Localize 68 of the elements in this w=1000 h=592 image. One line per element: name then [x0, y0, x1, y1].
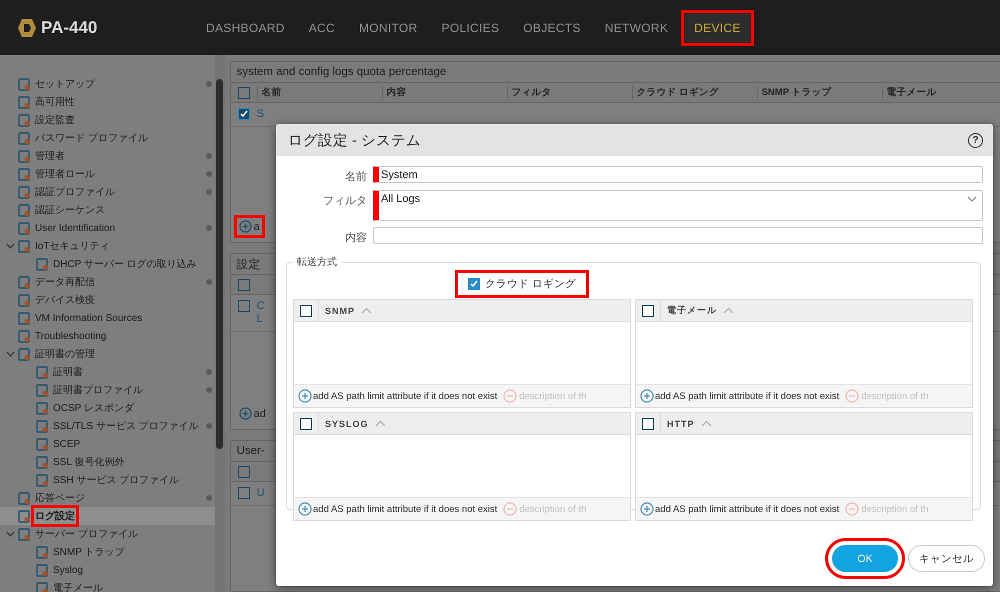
column-header: SNMP トラップ [756, 86, 882, 99]
section-legend: 転送方式 [293, 255, 341, 269]
column-header: HTTP [666, 418, 696, 428]
sidebar-item[interactable]: 電子メール [52, 580, 104, 592]
nav-tab[interactable]: POLICIES [430, 0, 512, 55]
nav-tab[interactable]: DEVICE [684, 12, 751, 42]
sidebar-item[interactable]: デバイス検疫 [34, 292, 96, 308]
sidebar-item[interactable]: サーバー プロファイル [34, 526, 139, 542]
sidebar-item[interactable]: VM Information Sources [34, 312, 144, 324]
column-header: 電子メール [666, 304, 718, 317]
sidebar-item[interactable]: 認証プロファイル [34, 184, 116, 200]
cancel-button[interactable]: キャンセル [908, 545, 985, 572]
sidebar-item[interactable]: IoTセキュリティ [34, 238, 110, 254]
sidebar-item[interactable]: セットアップ [34, 76, 96, 92]
column-header: SYSLOG [324, 418, 370, 428]
sidebar-item[interactable]: SSL 復号化例外 [52, 454, 126, 470]
sidebar-item[interactable]: 認証シーケンス [34, 202, 106, 218]
filter-field[interactable]: All Logs [373, 190, 983, 221]
sidebar-item[interactable]: 高可用性 [34, 94, 76, 110]
sidebar-item[interactable]: 応答ページ [34, 490, 86, 506]
table-link[interactable]: S [256, 108, 264, 121]
sidebar-item[interactable]: 設定監査 [34, 112, 76, 128]
nav-tab[interactable]: ACC [296, 0, 347, 55]
sidebar-item[interactable]: DHCP サーバー ログの取り込み [52, 256, 198, 272]
nav-tab[interactable]: OBJECTS [511, 0, 593, 55]
table-link[interactable]: C L [256, 300, 265, 326]
sidebar-item[interactable]: SSH サービス プロファイル [52, 472, 180, 488]
column-header: 名前 [256, 86, 382, 99]
ok-button[interactable]: OK [832, 545, 898, 572]
sidebar-item[interactable]: 管理者ロール [34, 166, 96, 182]
column-header: フィルタ [506, 86, 632, 99]
sidebar-item[interactable]: 証明書プロファイル [52, 382, 144, 398]
column-header: 電子メール [882, 86, 1000, 99]
input-field[interactable]: System [373, 166, 983, 183]
sidebar-item[interactable]: SSL/TLS サービス プロファイル [52, 418, 200, 434]
table-link[interactable]: U [256, 487, 265, 500]
add-button[interactable]: add AS path limit attribute if it does not exist [298, 502, 498, 516]
add-button[interactable]: add AS path limit attribute if it does not exist [640, 389, 840, 403]
sidebar-item[interactable]: User Identification [34, 222, 116, 234]
field-label: 内容 [344, 230, 368, 245]
dialog-title: ログ設定 - システム [288, 132, 421, 150]
nav-tab[interactable]: DASHBOARD [194, 0, 297, 55]
field-label: 名前 [344, 170, 368, 184]
sidebar-item[interactable]: SNMP トラップ [52, 544, 126, 560]
sidebar-item[interactable]: データ再配信 [34, 274, 96, 290]
column-header: SNMP [324, 306, 356, 316]
column-header: クラウド ロギング [632, 86, 757, 99]
sidebar-item[interactable]: 証明書の管理 [34, 346, 96, 362]
sidebar-item[interactable]: SCEP [52, 438, 82, 450]
add-button[interactable]: ad [236, 405, 268, 422]
column-header: 内容 [382, 86, 507, 99]
product-name: PA-440 [41, 18, 98, 38]
cloud-logging-checkbox[interactable]: クラウド ロギング [458, 273, 586, 295]
sidebar-item[interactable]: 証明書 [52, 364, 84, 380]
sidebar-item[interactable]: ログ設定 [34, 508, 76, 524]
nav-tab[interactable]: MONITOR [346, 0, 430, 55]
add-button[interactable]: add AS path limit attribute if it does not exist [640, 502, 840, 516]
sidebar-item[interactable]: Syslog [52, 564, 84, 576]
sidebar-item[interactable]: 管理者 [34, 148, 66, 164]
sidebar-item[interactable]: Troubleshooting [34, 330, 108, 342]
add-button[interactable]: add AS path limit attribute if it does not exist [298, 389, 498, 403]
help-button[interactable]: ? [968, 132, 983, 148]
panel-title: system and config logs quota percentage [230, 62, 1000, 83]
sidebar-item[interactable]: OCSP レスポンダ [52, 400, 135, 416]
field-label: フィルタ [322, 194, 368, 208]
nav-tab[interactable]: NETWORK [592, 0, 680, 55]
sidebar-item[interactable]: パスワード プロファイル [34, 130, 149, 146]
add-button[interactable]: a [236, 218, 262, 235]
